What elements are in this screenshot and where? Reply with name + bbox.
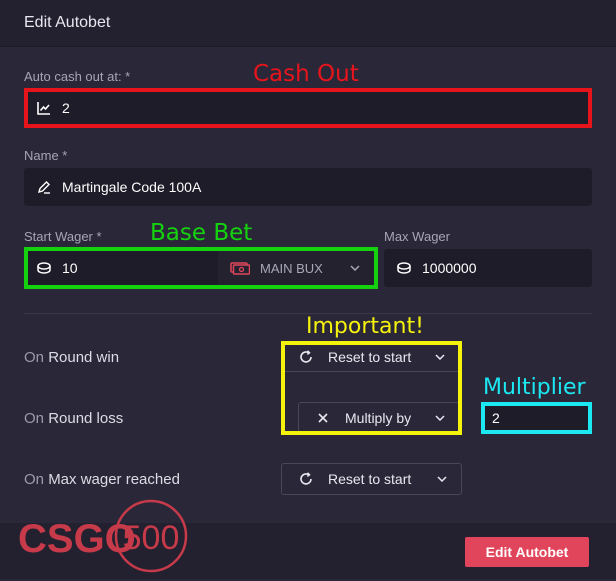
round-win-label: On Round win [24,349,119,366]
reset-icon [298,472,314,486]
max-wager-reached-label: On Max wager reached [24,471,180,488]
name-label: Name * [24,148,68,163]
csgo500-logo: CSGO 500 [18,496,193,581]
base-bet-annotation: Base Bet [150,220,253,246]
important-annotation: Important! [306,314,424,339]
start-wager-label: Start Wager * [24,229,102,244]
coin-icon [396,260,412,276]
pencil-icon [36,179,52,195]
max-wager-reached-action-select[interactable]: Reset to start [281,463,462,495]
max-wager-reached-prefix: On [24,471,45,488]
dialog-header: Edit Autobet [0,0,616,47]
max-wager-reached-action: Reset to start [328,471,412,487]
round-loss-event: Round loss [48,410,124,427]
round-loss-prefix: On [24,410,45,427]
multiplier-annotation: Multiplier [483,375,586,400]
max-wager-value: 1000000 [422,260,477,276]
logo-text-right: 500 [123,519,180,557]
multiplier-highlight [481,402,592,434]
name-value: Martingale Code 100A [62,179,202,195]
round-win-event: Round win [48,349,120,366]
max-wager-input[interactable]: 1000000 [384,249,592,287]
edit-autobet-button[interactable]: Edit Autobet [465,537,589,567]
base-bet-highlight [24,247,378,289]
chevron-down-icon [437,476,447,482]
cash-out-highlight [24,88,592,128]
round-loss-label: On Round loss [24,410,123,427]
name-input[interactable]: Martingale Code 100A [24,168,592,206]
important-highlight [281,341,462,435]
max-wager-label: Max Wager [384,229,450,244]
cash-out-annotation: Cash Out [253,61,359,87]
dialog-title: Edit Autobet [24,14,111,31]
max-wager-reached-event: Max wager reached [48,471,180,488]
cashout-label: Auto cash out at: * [24,69,131,84]
round-win-prefix: On [24,349,45,366]
